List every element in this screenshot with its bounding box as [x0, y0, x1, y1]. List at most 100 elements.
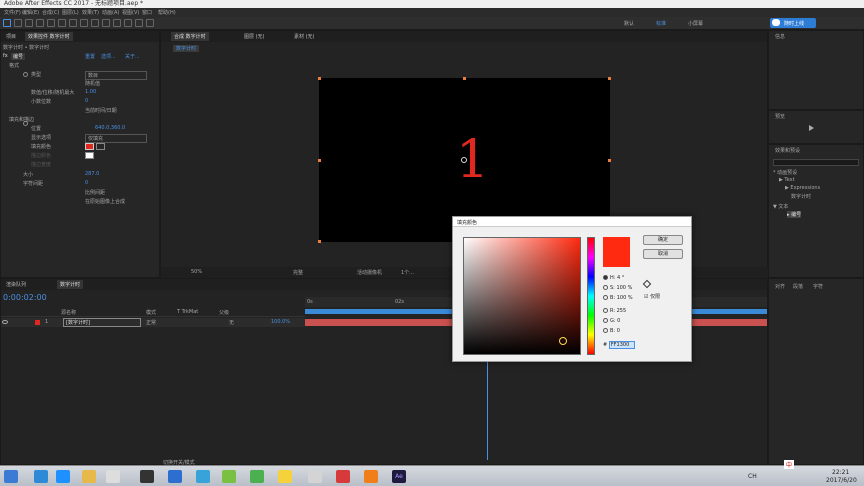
- effect-about-link[interactable]: 关于...: [125, 53, 140, 60]
- label-color-swatch[interactable]: [35, 320, 40, 325]
- tab-composition[interactable]: 合成 数字计时: [171, 32, 209, 41]
- camera-dropdown[interactable]: 活动摄像机: [357, 269, 382, 276]
- tab-render-queue[interactable]: 渲染队列: [3, 280, 29, 289]
- hue-radio[interactable]: [603, 275, 608, 280]
- table-row[interactable]: 1 [数字计时] 正常 无 100.0%: [1, 318, 305, 327]
- prop-position-value[interactable]: 640.0,360.0: [95, 125, 125, 131]
- tree-item[interactable]: ▶ Text: [779, 177, 795, 183]
- prop-tracking-value[interactable]: 0: [85, 180, 88, 186]
- hand-tool-icon[interactable]: [14, 19, 22, 27]
- effects-search-input[interactable]: [773, 159, 859, 166]
- camera-tool-icon[interactable]: [47, 19, 55, 27]
- tab-effect-controls[interactable]: 效果控件 数字计时: [25, 32, 73, 41]
- workspace-small-screen[interactable]: 小屏幕: [688, 20, 703, 27]
- clock-date[interactable]: 2017/6/20: [826, 477, 857, 484]
- transform-handle[interactable]: [318, 77, 321, 80]
- hue-field[interactable]: H: 4 °: [603, 275, 624, 281]
- brightness-radio[interactable]: [603, 295, 608, 300]
- transform-handle[interactable]: [608, 159, 611, 162]
- effect-name[interactable]: 编号: [11, 53, 26, 60]
- pen-tool-icon[interactable]: [80, 19, 88, 27]
- views-dropdown[interactable]: 1个...: [401, 269, 414, 276]
- tree-item[interactable]: * 动画预设: [773, 169, 797, 176]
- roto-tool-icon[interactable]: [135, 19, 143, 27]
- red-field[interactable]: R: 255: [603, 308, 626, 314]
- menu-view[interactable]: 视图(V): [122, 9, 139, 16]
- menu-help[interactable]: 帮助(H): [158, 9, 176, 16]
- rotate-tool-icon[interactable]: [36, 19, 44, 27]
- tree-item[interactable]: ▼ 文本: [773, 203, 788, 210]
- prop-decimals-value[interactable]: 0: [85, 98, 88, 104]
- green-field[interactable]: G: 0: [603, 318, 620, 324]
- saturation-radio[interactable]: [603, 285, 608, 290]
- hex-input[interactable]: FF1300: [608, 341, 635, 349]
- anchor-point-icon[interactable]: [461, 157, 467, 163]
- app-icon[interactable]: [140, 470, 154, 483]
- explorer-icon[interactable]: [82, 470, 96, 483]
- tree-item[interactable]: ▶ Expressions: [785, 185, 820, 191]
- fill-color-swatch[interactable]: [85, 143, 94, 150]
- transform-handle[interactable]: [608, 77, 611, 80]
- eyedropper-icon[interactable]: [642, 279, 652, 289]
- app-icon[interactable]: [222, 470, 236, 483]
- prop-proportional-checkbox[interactable]: 比例间距: [85, 189, 105, 196]
- clock-time[interactable]: 22:21: [832, 469, 849, 476]
- selection-tool-icon[interactable]: [3, 19, 11, 27]
- menu-file[interactable]: 文件(F): [4, 9, 21, 16]
- tab-footage[interactable]: 素材 (无): [291, 32, 318, 41]
- only-web-colors-checkbox[interactable]: ☑ 仅限: [644, 293, 660, 300]
- layer-name[interactable]: [数字计时]: [63, 318, 141, 327]
- tab-timeline-comp[interactable]: 数字计时: [57, 280, 84, 289]
- workspace-standard[interactable]: 标准: [656, 20, 666, 27]
- prop-current-time-checkbox[interactable]: 当前时间/日期: [85, 107, 117, 114]
- comp-subtab[interactable]: 数字计时: [173, 45, 200, 52]
- tab-project[interactable]: 项目: [3, 32, 19, 41]
- app-icon[interactable]: [336, 470, 350, 483]
- app-icon[interactable]: [250, 470, 264, 483]
- app-icon[interactable]: [308, 470, 322, 483]
- word-icon[interactable]: [168, 470, 182, 483]
- menu-composition[interactable]: 合成(C): [42, 9, 59, 16]
- menu-edit[interactable]: 编辑(E): [22, 9, 39, 16]
- menu-effect[interactable]: 效果(T): [82, 9, 99, 16]
- start-icon[interactable]: [4, 470, 18, 483]
- workspace-default[interactable]: 默认: [624, 20, 634, 27]
- hex-field[interactable]: # FF1300: [603, 341, 635, 349]
- app-icon[interactable]: [196, 470, 210, 483]
- brightness-field[interactable]: B: 100 %: [603, 295, 633, 301]
- stroke-color-swatch[interactable]: [85, 152, 94, 159]
- prop-display-dropdown[interactable]: 仅填充: [85, 134, 147, 143]
- eye-icon[interactable]: [2, 320, 8, 324]
- cloud-login-button[interactable]: 随时上线: [770, 18, 816, 28]
- cancel-button[interactable]: 取消: [643, 249, 683, 259]
- effect-reset-link[interactable]: 重置: [85, 53, 95, 60]
- timeline-timecode[interactable]: 0:00:02:00: [3, 293, 47, 302]
- transform-handle[interactable]: [318, 240, 321, 243]
- prop-value-value[interactable]: 1.00: [85, 89, 96, 95]
- after-effects-icon[interactable]: Ae: [392, 470, 406, 483]
- ok-button[interactable]: 确定: [643, 235, 683, 245]
- tab-layer[interactable]: 图层 (无): [241, 32, 268, 41]
- red-radio[interactable]: [603, 308, 608, 313]
- prop-type-dropdown[interactable]: 数目: [85, 71, 147, 80]
- prop-composite-checkbox[interactable]: 在原始图像上合成: [85, 198, 125, 205]
- prop-size-value[interactable]: 287.0: [85, 171, 99, 177]
- prop-format[interactable]: 格式: [9, 62, 19, 69]
- blue-field[interactable]: B: 0: [603, 328, 620, 334]
- stopwatch-icon[interactable]: [23, 72, 28, 77]
- pan-behind-tool-icon[interactable]: [58, 19, 66, 27]
- baidu-netdisk-icon[interactable]: [56, 470, 70, 483]
- menu-window[interactable]: 窗口: [142, 9, 152, 16]
- zoom-dropdown[interactable]: 50%: [191, 269, 202, 275]
- menu-animation[interactable]: 动画(A): [102, 9, 119, 16]
- eraser-tool-icon[interactable]: [124, 19, 132, 27]
- green-radio[interactable]: [603, 318, 608, 323]
- type-tool-icon[interactable]: [91, 19, 99, 27]
- tree-item[interactable]: 数字计时: [791, 193, 811, 200]
- menu-layer[interactable]: 图层(L): [62, 9, 79, 16]
- transform-handle[interactable]: [463, 77, 466, 80]
- language-indicator[interactable]: CH: [748, 473, 757, 480]
- app-icon[interactable]: [278, 470, 292, 483]
- zoom-tool-icon[interactable]: [25, 19, 33, 27]
- layer-parent-dropdown[interactable]: 无: [229, 319, 234, 326]
